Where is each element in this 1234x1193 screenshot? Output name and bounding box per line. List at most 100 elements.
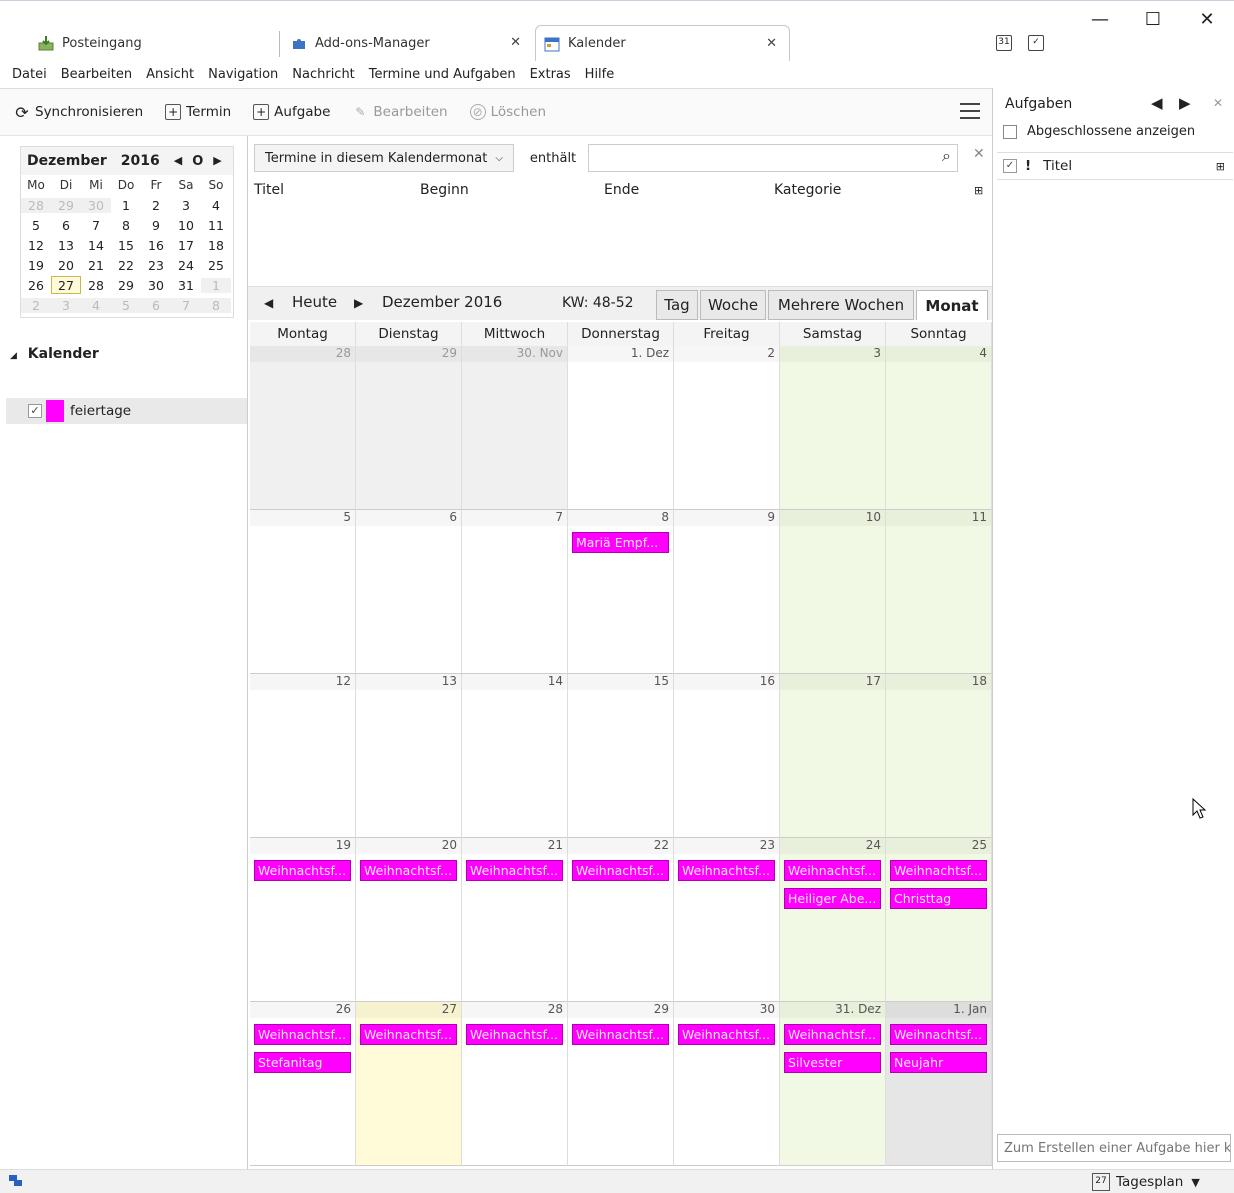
- mini-month-day[interactable]: 6: [141, 297, 171, 313]
- completed-column-checkbox[interactable]: ✓: [1003, 159, 1017, 173]
- mini-month-day[interactable]: 8: [111, 218, 141, 233]
- month-day-cell[interactable]: 11: [886, 510, 992, 674]
- mini-month-day[interactable]: 29: [111, 278, 141, 293]
- calendar-list-header[interactable]: ◢ Kalender: [10, 346, 99, 362]
- tab-addons-manager[interactable]: Add-ons-Manager ✕: [283, 25, 533, 61]
- minimize-button[interactable]: —: [1085, 9, 1115, 30]
- month-day-cell[interactable]: 30 Weihnachtsf...: [674, 1002, 780, 1166]
- month-day-cell[interactable]: 9: [674, 510, 780, 674]
- view-tab-multiweek[interactable]: Mehrere Wochen: [768, 290, 914, 320]
- calendar-mode-icon[interactable]: 31: [996, 35, 1012, 51]
- month-day-cell[interactable]: 29: [356, 346, 462, 510]
- mini-month-day[interactable]: 17: [171, 238, 201, 253]
- mini-month-day[interactable]: 21: [81, 258, 111, 273]
- month-day-cell[interactable]: 12: [250, 674, 356, 838]
- month-day-cell[interactable]: 10: [780, 510, 886, 674]
- calendar-event[interactable]: Silvester: [784, 1052, 881, 1073]
- mini-month-day[interactable]: 30: [81, 197, 111, 213]
- online-status-icon[interactable]: [8, 1174, 24, 1188]
- mini-month-year[interactable]: 2016: [121, 153, 160, 169]
- calendar-event[interactable]: Weihnachtsf...: [890, 860, 987, 881]
- close-tab-icon[interactable]: ✕: [766, 36, 777, 51]
- prev-month-icon[interactable]: ◀: [174, 154, 182, 169]
- calendar-event[interactable]: Weihnachtsf...: [254, 1024, 351, 1045]
- calendar-event[interactable]: Weihnachtsf...: [784, 860, 881, 881]
- today-circle-icon[interactable]: O: [192, 154, 203, 169]
- calendar-event[interactable]: Weihnachtsf...: [254, 860, 351, 881]
- mini-month-day[interactable]: 7: [81, 218, 111, 233]
- tab-calendar[interactable]: Kalender ✕: [535, 25, 790, 61]
- mini-month-day[interactable]: 18: [201, 238, 231, 253]
- mini-month-day[interactable]: 8: [201, 297, 231, 313]
- menu-termine-und-aufgaben[interactable]: Termine und Aufgaben: [369, 67, 516, 82]
- mini-month-day[interactable]: 3: [171, 198, 201, 213]
- mini-month-day[interactable]: 27: [51, 276, 81, 294]
- column-title[interactable]: Titel: [254, 182, 284, 198]
- hamburger-menu-icon[interactable]: [960, 103, 980, 119]
- mini-month-day[interactable]: 3: [51, 297, 81, 313]
- calendar-event[interactable]: Mariä Empf...: [572, 532, 669, 553]
- calendar-event[interactable]: Weihnachtsf...: [572, 1024, 669, 1045]
- close-icon[interactable]: ✕: [973, 146, 985, 162]
- calendar-event[interactable]: Weihnachtsf...: [890, 1024, 987, 1045]
- calendar-event[interactable]: Heiliger Abe...: [784, 888, 881, 909]
- month-day-cell[interactable]: 18: [886, 674, 992, 838]
- priority-column-icon[interactable]: !: [1025, 158, 1031, 174]
- menu-bearbeiten[interactable]: Bearbeiten: [61, 67, 132, 82]
- mini-month-day[interactable]: 9: [141, 218, 171, 233]
- mini-month-day[interactable]: 30: [141, 278, 171, 293]
- view-tab-month[interactable]: Monat: [916, 290, 988, 320]
- previous-period-icon[interactable]: ◀: [264, 296, 273, 310]
- mini-month-day[interactable]: 13: [51, 238, 81, 253]
- menu-navigation[interactable]: Navigation: [208, 67, 278, 82]
- month-day-cell[interactable]: 29 Weihnachtsf...: [568, 1002, 674, 1166]
- search-icon[interactable]: ⌕: [942, 146, 951, 166]
- column-picker-icon[interactable]: ⊞: [974, 184, 983, 197]
- show-completed-checkbox[interactable]: [1003, 124, 1017, 139]
- close-tab-icon[interactable]: ✕: [510, 35, 521, 50]
- month-day-cell[interactable]: 2: [674, 346, 780, 510]
- month-day-cell[interactable]: 25 Weihnachtsf... Christtag: [886, 838, 992, 1002]
- next-period-icon[interactable]: ▶: [354, 296, 363, 310]
- next-month-icon[interactable]: ▶: [213, 154, 221, 169]
- mini-month-day[interactable]: 2: [141, 198, 171, 213]
- close-icon[interactable]: ✕: [1213, 96, 1223, 110]
- view-tab-week[interactable]: Woche: [700, 290, 766, 320]
- month-day-cell[interactable]: 1. Dez: [568, 346, 674, 510]
- tasks-next-icon[interactable]: ▶: [1179, 94, 1191, 112]
- new-task-input[interactable]: [997, 1134, 1231, 1162]
- month-day-cell[interactable]: 6: [356, 510, 462, 674]
- mini-month-day[interactable]: 19: [21, 258, 51, 273]
- mini-month-day[interactable]: 20: [51, 258, 81, 273]
- column-end[interactable]: Ende: [604, 182, 639, 198]
- close-window-button[interactable]: ✕: [1192, 9, 1222, 30]
- today-button[interactable]: Heute: [292, 293, 337, 311]
- collapse-triangle-icon[interactable]: ◢: [10, 351, 17, 361]
- show-completed-toggle[interactable]: Abgeschlossene anzeigen: [1003, 124, 1195, 139]
- mini-month-day[interactable]: 12: [21, 238, 51, 253]
- month-day-cell[interactable]: 30. Nov: [462, 346, 568, 510]
- calendar-event[interactable]: Neujahr: [890, 1052, 987, 1073]
- month-day-cell[interactable]: 28: [250, 346, 356, 510]
- month-day-cell[interactable]: 8 Mariä Empf...: [568, 510, 674, 674]
- event-search-input[interactable]: [588, 144, 959, 172]
- month-day-cell[interactable]: 21 Weihnachtsf...: [462, 838, 568, 1002]
- mini-month-day[interactable]: 26: [21, 278, 51, 293]
- calendar-event[interactable]: Weihnachtsf...: [360, 1024, 457, 1045]
- calendar-event[interactable]: Weihnachtsf...: [678, 860, 775, 881]
- new-task-button[interactable]: + Aufgabe: [253, 104, 330, 120]
- mini-month-day[interactable]: 28: [81, 278, 111, 293]
- column-picker-icon[interactable]: ⊞: [1216, 160, 1225, 173]
- month-day-cell[interactable]: 5: [250, 510, 356, 674]
- mini-month-day[interactable]: 5: [111, 297, 141, 313]
- event-filter-select[interactable]: Termine in diesem Kalendermonat ⌵: [254, 144, 514, 172]
- month-day-cell[interactable]: 14: [462, 674, 568, 838]
- month-day-cell[interactable]: 23 Weihnachtsf...: [674, 838, 780, 1002]
- calendar-event[interactable]: Weihnachtsf...: [572, 860, 669, 881]
- mini-month-day[interactable]: 16: [141, 238, 171, 253]
- mini-month-day[interactable]: 7: [171, 297, 201, 313]
- mini-month-day[interactable]: 23: [141, 258, 171, 273]
- mini-month-day[interactable]: 10: [171, 218, 201, 233]
- task-title-column[interactable]: Titel: [1043, 158, 1072, 174]
- month-day-cell[interactable]: 1. Jan Weihnachtsf... Neujahr: [886, 1002, 992, 1166]
